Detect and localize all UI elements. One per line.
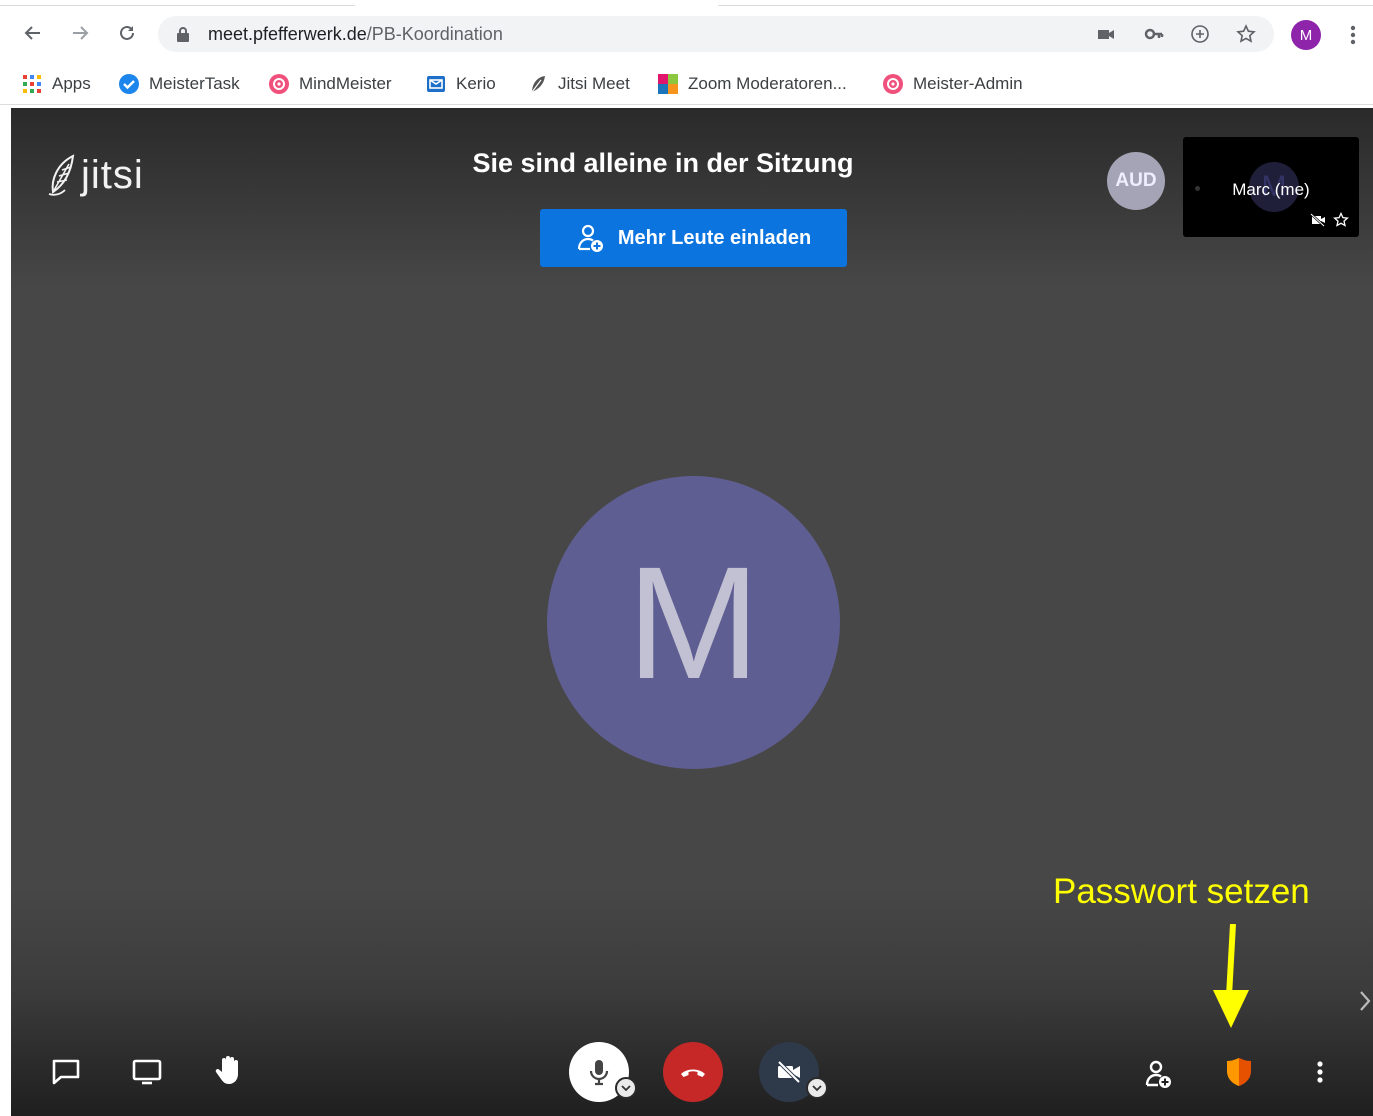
shield-icon bbox=[1227, 1058, 1251, 1086]
bookmark-label: MindMeister bbox=[299, 74, 392, 93]
security-options-button[interactable] bbox=[1221, 1054, 1257, 1090]
bookmark-label: Meister-Admin bbox=[913, 74, 1023, 93]
invite-button-label: Mehr Leute einladen bbox=[617, 226, 812, 249]
bookmark-jitsi-meet[interactable]: Jitsi Meet bbox=[528, 72, 630, 96]
audio-only-badge[interactable]: AUD bbox=[1107, 152, 1165, 210]
reload-icon bbox=[120, 25, 134, 40]
participant-avatar-large: M bbox=[547, 476, 840, 769]
chevron-right-icon[interactable] bbox=[1358, 988, 1372, 1014]
vertical-ellipsis-icon bbox=[1317, 1061, 1323, 1083]
self-display-name: Marc (me) bbox=[1232, 180, 1310, 199]
video-muted-icon bbox=[1310, 213, 1325, 227]
install-plus-icon[interactable] bbox=[1190, 24, 1210, 44]
bookmark-meister-admin[interactable]: Meister-Admin bbox=[883, 72, 1023, 96]
conference-stage: jitsi Sie sind alleine in der Sitzung Me… bbox=[11, 108, 1373, 1116]
bookmark-meistertask[interactable]: MeisterTask bbox=[119, 72, 240, 96]
kerio-mail-icon bbox=[427, 76, 445, 92]
arrow-left-icon bbox=[24, 26, 40, 40]
raise-hand-button[interactable] bbox=[212, 1052, 248, 1088]
key-icon[interactable] bbox=[1144, 24, 1164, 44]
meistertask-icon bbox=[119, 74, 139, 94]
invite-participants-button[interactable] bbox=[1141, 1056, 1177, 1092]
annotation-passwort-setzen: Passwort setzen bbox=[1053, 872, 1310, 911]
profile-avatar[interactable]: M bbox=[1291, 20, 1321, 50]
audio-settings-arrow[interactable] bbox=[615, 1077, 637, 1099]
bookmark-zoom-moderatoren[interactable]: Zoom Moderatoren... bbox=[658, 72, 847, 96]
bookmark-label: Apps bbox=[52, 74, 91, 93]
invite-more-people-button[interactable]: Mehr Leute einladen bbox=[540, 209, 847, 267]
hangup-button[interactable] bbox=[663, 1042, 723, 1102]
back-button[interactable] bbox=[18, 18, 48, 48]
reload-button[interactable] bbox=[112, 18, 142, 48]
meister-admin-icon bbox=[883, 74, 903, 94]
forward-button[interactable] bbox=[65, 18, 95, 48]
url-domain: meet.pfefferwerk.de bbox=[208, 24, 367, 44]
arrow-right-icon bbox=[73, 26, 89, 40]
raise-hand-icon bbox=[215, 1056, 238, 1084]
bookmark-label: Zoom Moderatoren... bbox=[688, 74, 847, 93]
desktop-screen-icon bbox=[132, 1059, 162, 1085]
bookmark-apps[interactable]: Apps bbox=[22, 72, 91, 96]
add-person-icon bbox=[577, 224, 603, 252]
chat-bubble-icon bbox=[52, 1059, 80, 1085]
annotation-arrow-down-icon bbox=[1213, 924, 1249, 1028]
apps-grid-icon bbox=[23, 75, 41, 93]
url-text: meet.pfefferwerk.de/PB-Koordination bbox=[208, 24, 503, 45]
self-view-thumbnail[interactable]: M Marc (me) bbox=[1183, 137, 1359, 237]
bookmark-label: Jitsi Meet bbox=[558, 74, 630, 93]
moderator-star-icon bbox=[1333, 212, 1349, 227]
bookmark-star-icon[interactable] bbox=[1236, 24, 1256, 44]
mindmeister-icon bbox=[269, 74, 289, 94]
browser-menu-icon[interactable] bbox=[1343, 20, 1363, 50]
url-path: /PB-Koordination bbox=[366, 24, 503, 44]
camera-in-use-icon[interactable] bbox=[1096, 24, 1116, 44]
microphone-icon bbox=[589, 1060, 609, 1086]
hangup-phone-icon bbox=[681, 1069, 705, 1077]
chat-button[interactable] bbox=[48, 1054, 84, 1090]
address-bar[interactable]: meet.pfefferwerk.de/PB-Koordination bbox=[158, 16, 1274, 52]
lock-icon bbox=[177, 27, 189, 42]
jitsi-leaf-icon bbox=[531, 76, 545, 93]
add-person-icon bbox=[1145, 1060, 1171, 1088]
bookmark-kerio[interactable]: Kerio bbox=[426, 72, 496, 96]
chevron-down-icon bbox=[812, 1085, 822, 1092]
bookmark-label: MeisterTask bbox=[149, 74, 240, 93]
chevron-down-icon bbox=[621, 1085, 631, 1092]
bookmark-label: Kerio bbox=[456, 74, 496, 93]
zoom-tile-icon bbox=[658, 74, 678, 94]
video-settings-arrow[interactable] bbox=[806, 1077, 828, 1099]
video-off-icon bbox=[777, 1060, 801, 1084]
more-options-button[interactable] bbox=[1302, 1054, 1338, 1090]
screen-share-button[interactable] bbox=[129, 1054, 165, 1090]
bookmark-mindmeister[interactable]: MindMeister bbox=[269, 72, 392, 96]
bookmarks-bar: Apps MeisterTask MindMeister Kerio Jitsi… bbox=[0, 64, 1373, 105]
browser-toolbar: meet.pfefferwerk.de/PB-Koordination M bbox=[0, 6, 1373, 64]
